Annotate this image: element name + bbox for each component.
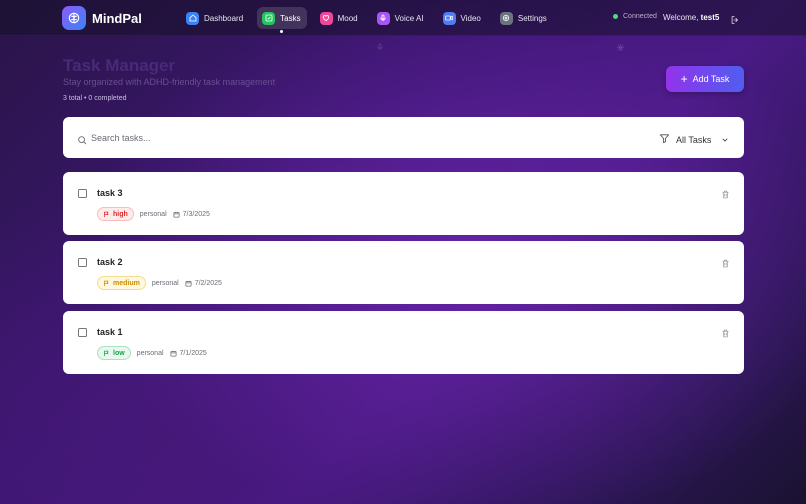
trash-icon[interactable]	[721, 325, 730, 343]
nav-voice-ai[interactable]: Voice AI	[372, 7, 430, 29]
task-summary: 3 total • 0 completed	[63, 95, 127, 102]
status-dot	[613, 14, 618, 19]
nav-tasks[interactable]: Tasks	[257, 7, 307, 33]
chevron-down-icon	[721, 131, 729, 149]
filter-dropdown[interactable]: All Tasks	[659, 131, 729, 149]
task-checkbox[interactable]	[78, 328, 87, 337]
calendar-icon	[170, 350, 177, 356]
calendar-icon	[185, 280, 192, 286]
top-navbar: MindPal Dashboard Tasks Mood Voice AI Vi…	[0, 0, 806, 36]
task-title: task 2	[97, 257, 123, 267]
task-category: personal	[139, 210, 167, 218]
status-text: Connected	[623, 13, 657, 20]
nav-label: Video	[460, 13, 481, 23]
nav-dashboard[interactable]: Dashboard	[181, 7, 249, 29]
task-card: task 1 low personal 7/1/2025	[63, 311, 744, 374]
flag-icon	[104, 211, 109, 217]
nav-label: Tasks	[280, 13, 301, 23]
page-subtitle: Stay organized with ADHD-friendly task m…	[63, 77, 276, 87]
video-icon	[442, 11, 456, 25]
task-meta: low personal 7/1/2025	[97, 346, 207, 360]
filter-icon	[659, 131, 670, 149]
brain-icon	[62, 6, 86, 30]
task-checkbox[interactable]	[78, 258, 87, 267]
priority-badge: low	[97, 346, 131, 360]
sparkle-decor-icon	[616, 39, 625, 57]
nav-label: Voice AI	[394, 13, 424, 23]
priority-label: medium	[113, 279, 140, 287]
home-icon	[186, 11, 199, 25]
search-input[interactable]	[91, 129, 391, 146]
task-date: 7/2/2025	[185, 280, 222, 287]
task-title: task 3	[97, 188, 123, 198]
filter-selected: All Tasks	[676, 135, 712, 145]
welcome-prefix: Welcome,	[663, 13, 699, 22]
user-name: test5	[700, 13, 720, 22]
priority-badge: high	[97, 207, 134, 221]
task-date: 7/1/2025	[170, 350, 207, 357]
task-date-text: 7/2/2025	[194, 279, 222, 287]
mic-icon	[376, 11, 390, 25]
task-category: personal	[151, 279, 179, 287]
calendar-icon	[173, 211, 180, 217]
connection-status: Connected	[613, 13, 657, 20]
mic-decor-icon	[376, 39, 384, 57]
brand[interactable]: MindPal	[62, 6, 142, 30]
task-date-text: 7/1/2025	[179, 349, 207, 357]
task-meta: medium personal 7/2/2025	[97, 276, 222, 290]
search-icon	[77, 132, 87, 150]
nav-label: Settings	[517, 13, 547, 23]
nav-label: Mood	[337, 13, 358, 23]
nav-mood[interactable]: Mood	[315, 7, 364, 29]
task-meta: high personal 7/3/2025	[97, 207, 210, 221]
priority-label: high	[113, 210, 128, 218]
gear-icon	[499, 11, 513, 25]
task-date: 7/3/2025	[173, 211, 210, 218]
heart-icon	[319, 11, 333, 25]
task-card: task 2 medium personal 7/2/2025	[63, 241, 744, 304]
brand-name: MindPal	[92, 10, 142, 26]
task-checkbox[interactable]	[78, 189, 87, 198]
flag-icon	[104, 350, 109, 356]
add-task-button[interactable]: + Add Task	[666, 66, 744, 92]
logout-icon[interactable]	[730, 12, 740, 30]
trash-icon[interactable]	[721, 255, 730, 273]
search-bar: All Tasks	[63, 117, 744, 158]
main-nav: Dashboard Tasks Mood Voice AI Video Sett…	[181, 7, 561, 33]
priority-badge: medium	[97, 276, 146, 290]
nav-settings[interactable]: Settings	[495, 7, 553, 29]
task-date-text: 7/3/2025	[182, 210, 210, 218]
task-title: task 1	[97, 327, 123, 337]
nav-video[interactable]: Video	[438, 7, 487, 29]
priority-label: low	[113, 349, 125, 357]
flag-icon	[104, 280, 109, 286]
check-square-icon	[262, 11, 276, 25]
trash-icon[interactable]	[721, 186, 730, 204]
nav-label: Dashboard	[204, 13, 244, 23]
add-task-label: Add Task	[692, 74, 730, 84]
page-title: Task Manager	[63, 56, 176, 75]
task-category: personal	[136, 349, 164, 357]
task-card: task 3 high personal 7/3/2025	[63, 172, 744, 235]
welcome-message: Welcome, test5	[663, 13, 719, 22]
plus-icon: +	[680, 72, 688, 86]
